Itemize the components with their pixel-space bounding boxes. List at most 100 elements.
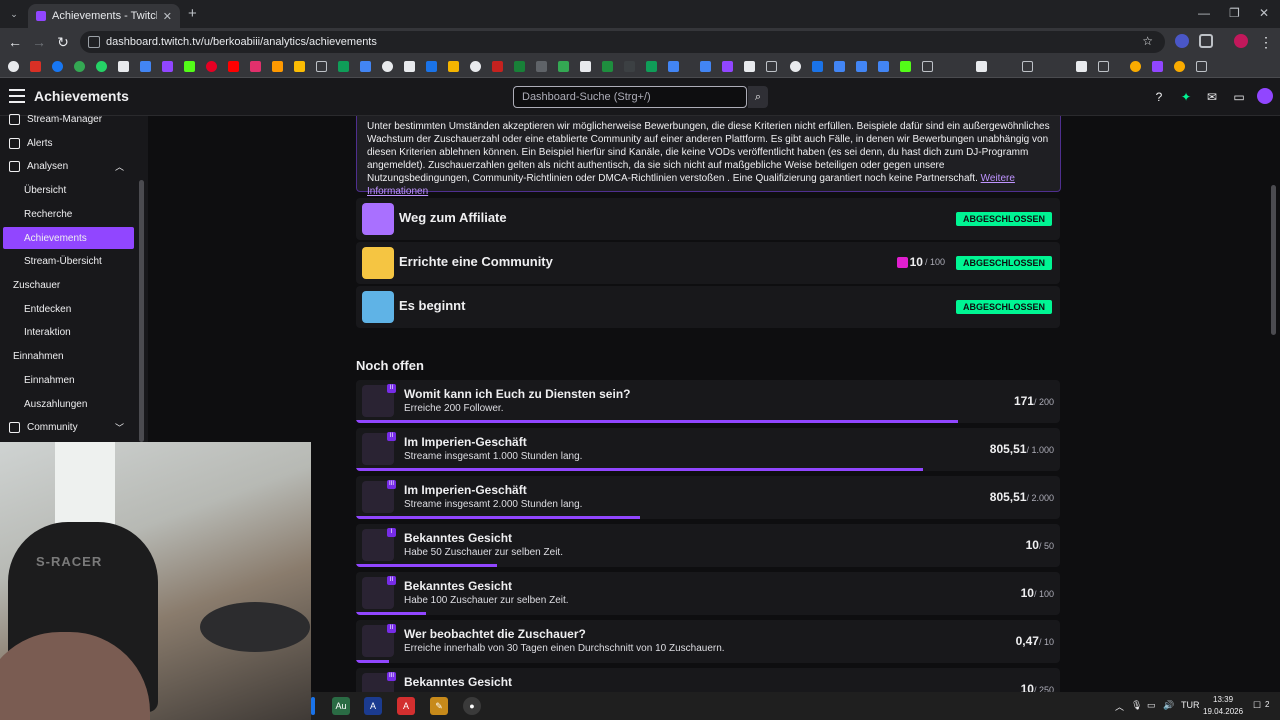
language-indicator[interactable]: TUR [1181,700,1200,710]
extensions-puzzle-icon[interactable] [1199,34,1213,48]
maximize-icon[interactable]: ❐ [1229,6,1240,20]
audition-app-icon[interactable]: Au [332,697,350,715]
sidebar-item-interaktion[interactable]: Interaktion [0,321,138,343]
achievement-open-row[interactable]: II Wer beobachtet die Zuschauer? Erreiche … [356,620,1060,663]
sidebar-item-auszahlungen[interactable]: Auszahlungen [0,393,138,415]
app-arch-icon[interactable]: A [364,697,382,715]
tool-app-icon[interactable]: ✎ [430,697,448,715]
new-tab-icon[interactable]: + [188,5,197,22]
bookmark-drive-icon[interactable] [338,61,349,72]
bookmark-info-icon[interactable] [470,61,481,72]
sidebar-item-uebersicht[interactable]: Übersicht [0,179,138,201]
achievement-open-row[interactable]: II Im Imperien-Geschäft Streame insgesamt … [356,428,1060,471]
browser-tab[interactable]: Achievements - Twitch ✕ [28,4,180,28]
browser-menu-icon[interactable]: ⋮ [1258,34,1274,51]
sidebar-item-achievements[interactable]: Achievements [3,227,134,249]
sidebar-item-einnahmen[interactable]: Einnahmen [0,369,138,391]
network-icon[interactable]: ▭ [1147,700,1156,711]
achievement-open-row[interactable]: III Bekanntes Gesicht 10/ 250 [356,668,1060,692]
address-bar[interactable]: dashboard.twitch.tv/u/berkoabiii/analyti… [80,31,1165,53]
bookmark-chrome-icon[interactable] [382,61,393,72]
bookmark-pinterest-icon[interactable] [206,61,217,72]
bookmark-whatsapp-icon[interactable] [96,61,107,72]
bookmark-shop-icon[interactable] [492,61,503,72]
bookmark-slides-icon[interactable] [448,61,459,72]
bookmark-globe-icon[interactable] [790,61,801,72]
achievement-completed[interactable]: Errichte eine Community 10 / 100 ABGESCH… [356,242,1060,284]
achievement-completed[interactable]: Weg zum Affiliate ABGESCHLOSSEN [356,198,1060,240]
achievement-open-row[interactable]: III Im Imperien-Geschäft Streame insgesamt… [356,476,1060,519]
microphone-icon[interactable]: 🎙 [1131,700,1142,711]
bookmark-calc-icon[interactable] [602,61,613,72]
bookmark-misc2-icon[interactable] [1076,61,1087,72]
bookmark-translate-icon[interactable] [140,61,151,72]
bookmark-x-icon[interactable] [118,61,129,72]
close-tab-icon[interactable]: ✕ [163,10,172,23]
bookmark-wiki-icon[interactable] [404,61,415,72]
bookmark-twitch3-icon[interactable] [1152,61,1163,72]
bookmark-kick-icon[interactable] [184,61,195,72]
bookmark-star-icon[interactable]: ☆ [1142,34,1153,48]
bookmark-edit-icon[interactable] [580,61,591,72]
sidebar-item-stream-manager[interactable]: Stream-Manager [0,108,138,130]
taskbar-clock[interactable]: 13:39 19.04.2026 [1203,694,1243,718]
bookmark-sheet2-icon[interactable] [558,61,569,72]
sidebar-item-recherche[interactable]: Recherche [0,203,138,225]
bookmark-youtube-icon[interactable] [228,61,239,72]
tray-overflow-icon[interactable]: ︿ [1115,700,1124,713]
bookmark-google-icon[interactable] [8,61,19,72]
bookmark-kick2-icon[interactable] [900,61,911,72]
achievement-open-row[interactable]: II Womit kann ich Euch zu Diensten sein? E… [356,380,1060,423]
bookmark-facebook-icon[interactable] [52,61,63,72]
bookmark-folder4-icon[interactable] [1022,61,1033,72]
bookmark-news-icon[interactable] [668,61,679,72]
bookmark-misc4-icon[interactable] [1174,61,1185,72]
whispers-icon[interactable]: ▭ [1232,90,1246,104]
obs-app-icon[interactable]: ● [463,697,481,715]
achievement-completed[interactable]: Es beginnt ABGESCHLOSSEN [356,286,1060,328]
creator-tools-icon[interactable]: ✦ [1179,90,1193,104]
bookmark-android-icon[interactable] [646,61,657,72]
sidebar-item-entdecken[interactable]: Entdecken [0,298,138,320]
forward-icon[interactable]: → [31,34,47,50]
bookmark-folder5-icon[interactable] [1098,61,1109,72]
speaker-icon[interactable]: 🔊 [1163,700,1174,711]
bookmark-misc-icon[interactable] [976,61,987,72]
back-icon[interactable]: ← [7,34,23,50]
taskbar-app-partial-icon[interactable] [311,697,315,715]
tab-search-icon[interactable]: ⌄ [6,6,22,22]
menu-icon[interactable] [9,89,25,103]
bookmark-sheets-icon[interactable] [426,61,437,72]
achievement-open-row[interactable]: I Bekanntes Gesicht Habe 50 Zuschauer zur … [356,524,1060,567]
acrobat-app-icon[interactable]: A [397,697,415,715]
bookmark-star-icon[interactable] [812,61,823,72]
notification-icon[interactable]: ☐ [1253,700,1261,711]
bookmark-folder2-icon[interactable] [766,61,777,72]
bookmark-amazon-icon[interactable] [272,61,283,72]
sidebar-item-stream-uebersicht[interactable]: Stream-Übersicht [0,250,138,272]
bookmark-twitch-icon[interactable] [162,61,173,72]
bookmark-tool-icon[interactable] [536,61,547,72]
help-icon[interactable]: ? [1152,90,1166,104]
bookmark-doc4-icon[interactable] [856,61,867,72]
bookmark-docs-icon[interactable] [360,61,371,72]
bookmark-folder3-icon[interactable] [922,61,933,72]
main-scrollbar[interactable] [1271,185,1276,335]
inbox-icon[interactable]: ✉ [1205,90,1219,104]
bookmark-github-icon[interactable] [624,61,635,72]
reload-icon[interactable]: ↻ [55,34,71,51]
bookmark-excel-icon[interactable] [514,61,525,72]
bookmark-misc3-icon[interactable] [1130,61,1141,72]
bookmark-twitch2-icon[interactable] [722,61,733,72]
achievement-open-row[interactable]: II Bekanntes Gesicht Habe 100 Zuschauer zu… [356,572,1060,615]
site-info-icon[interactable] [88,36,100,48]
bookmark-doc3-icon[interactable] [834,61,845,72]
bookmark-page-icon[interactable] [744,61,755,72]
bookmark-keep-icon[interactable] [294,61,305,72]
avatar[interactable] [1257,88,1273,104]
sidebar-item-analysen[interactable]: Analysen ︿ [0,155,138,177]
sidebar-item-alerts[interactable]: Alerts [0,132,138,154]
sidebar-scrollbar[interactable] [139,180,144,442]
sidebar-item-community[interactable]: Community ﹀ [0,416,138,438]
close-window-icon[interactable]: ✕ [1259,6,1269,20]
